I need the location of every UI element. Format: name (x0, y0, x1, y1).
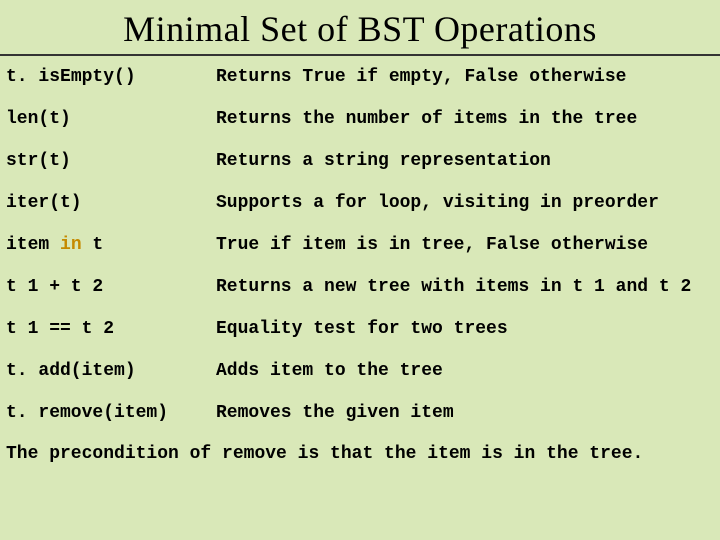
table-row: iter(t) Supports a for loop, visiting in… (0, 182, 720, 224)
operation-cell: len(t) (6, 109, 216, 129)
description-cell: Equality test for two trees (216, 319, 712, 339)
operation-cell: t. add(item) (6, 361, 216, 381)
slide-title: Minimal Set of BST Operations (0, 0, 720, 56)
description-cell: Returns a string representation (216, 151, 712, 171)
table-row: len(t) Returns the number of items in th… (0, 98, 720, 140)
operation-cell: t. isEmpty() (6, 67, 216, 87)
footer-note: The precondition of remove is that the i… (0, 434, 720, 474)
table-row: item in t True if item is in tree, False… (0, 224, 720, 266)
table-row: t. add(item) Adds item to the tree (0, 350, 720, 392)
description-cell: Adds item to the tree (216, 361, 712, 381)
table-row: t. isEmpty() Returns True if empty, Fals… (0, 56, 720, 98)
operation-cell: t 1 + t 2 (6, 277, 216, 297)
operation-cell: iter(t) (6, 193, 216, 213)
description-cell: Returns a new tree with items in t 1 and… (216, 277, 712, 297)
operation-cell: t 1 == t 2 (6, 319, 216, 339)
operation-cell: t. remove(item) (6, 403, 216, 423)
description-cell: Supports a for loop, visiting in preorde… (216, 193, 712, 213)
table-row: t. remove(item) Removes the given item (0, 392, 720, 434)
table-row: t 1 + t 2 Returns a new tree with items … (0, 266, 720, 308)
description-cell: Returns the number of items in the tree (216, 109, 712, 129)
operations-table: t. isEmpty() Returns True if empty, Fals… (0, 56, 720, 434)
table-row: str(t) Returns a string representation (0, 140, 720, 182)
operation-cell: str(t) (6, 151, 216, 171)
operation-cell: item in t (6, 235, 216, 255)
description-cell: Removes the given item (216, 403, 712, 423)
table-row: t 1 == t 2 Equality test for two trees (0, 308, 720, 350)
description-cell: Returns True if empty, False otherwise (216, 67, 712, 87)
description-cell: True if item is in tree, False otherwise (216, 235, 712, 255)
